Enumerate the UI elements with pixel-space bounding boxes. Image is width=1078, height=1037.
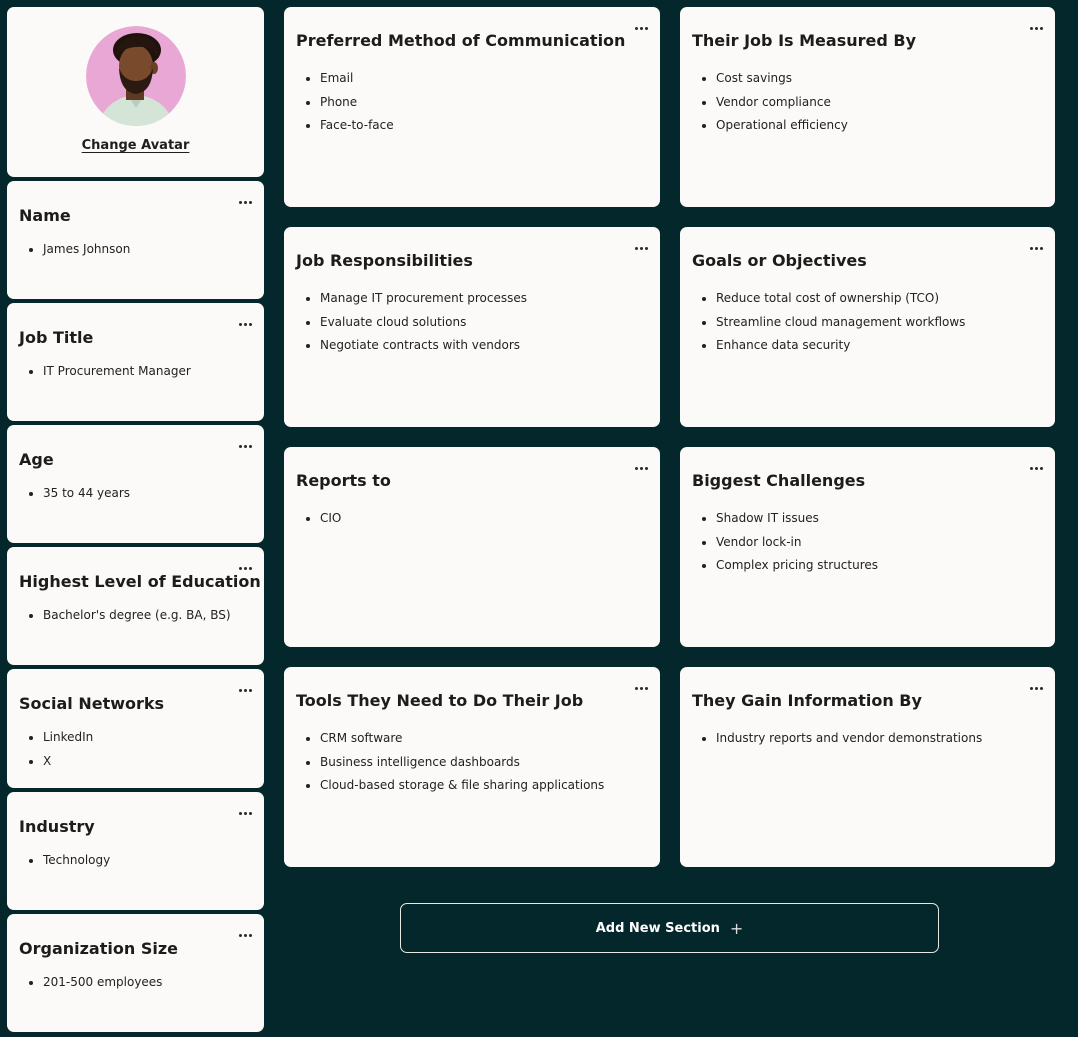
more-options-icon[interactable]	[1030, 21, 1043, 35]
information-sources-card: They Gain Information By Industry report…	[680, 667, 1055, 867]
more-options-icon[interactable]	[1030, 681, 1043, 695]
card-title: Name	[19, 206, 71, 225]
card-item-list: Shadow IT issues Vendor lock-in Complex …	[692, 507, 878, 578]
card-title: Industry	[19, 817, 95, 836]
tools-card: Tools They Need to Do Their Job CRM soft…	[284, 667, 660, 867]
card-item-list: Manage IT procurement processes Evaluate…	[296, 287, 527, 358]
card-title: Reports to	[296, 471, 391, 490]
biggest-challenges-card: Biggest Challenges Shadow IT issues Vend…	[680, 447, 1055, 647]
list-item: Face-to-face	[320, 114, 394, 138]
social-networks-card: Social Networks LinkedIn X	[7, 669, 264, 788]
more-options-icon[interactable]	[239, 195, 252, 209]
list-item: James Johnson	[43, 238, 130, 262]
more-options-icon[interactable]	[239, 561, 252, 575]
card-item-list: James Johnson	[19, 238, 130, 262]
industry-card: Industry Technology	[7, 792, 264, 910]
card-title: Biggest Challenges	[692, 471, 866, 490]
list-item: Vendor compliance	[716, 91, 848, 115]
list-item: CRM software	[320, 727, 604, 751]
card-item-list: LinkedIn X	[19, 726, 93, 773]
list-item: Business intelligence dashboards	[320, 751, 604, 775]
goals-objectives-card: Goals or Objectives Reduce total cost of…	[680, 227, 1055, 427]
list-item: Streamline cloud management workflows	[716, 311, 965, 335]
card-title: Job Responsibilities	[296, 251, 473, 270]
card-item-list: Industry reports and vendor demonstratio…	[692, 727, 982, 751]
list-item: IT Procurement Manager	[43, 360, 191, 384]
list-item: Reduce total cost of ownership (TCO)	[716, 287, 965, 311]
more-options-icon[interactable]	[239, 928, 252, 942]
card-title: Goals or Objectives	[692, 251, 867, 270]
list-item: Phone	[320, 91, 394, 115]
card-item-list: Reduce total cost of ownership (TCO) Str…	[692, 287, 965, 358]
more-options-icon[interactable]	[1030, 241, 1043, 255]
more-options-icon[interactable]	[239, 439, 252, 453]
list-item: Technology	[43, 849, 110, 873]
job-title-card: Job Title IT Procurement Manager	[7, 303, 264, 421]
card-title: Social Networks	[19, 694, 165, 713]
add-new-section-button[interactable]: Add New Section +	[400, 903, 939, 953]
plus-icon: +	[729, 918, 744, 938]
more-options-icon[interactable]	[239, 317, 252, 331]
card-item-list: Email Phone Face-to-face	[296, 67, 394, 138]
list-item: LinkedIn	[43, 726, 93, 750]
list-item: Email	[320, 67, 394, 91]
more-options-icon[interactable]	[635, 21, 648, 35]
more-options-icon[interactable]	[635, 681, 648, 695]
card-title: Their Job Is Measured By	[692, 31, 916, 50]
list-item: Cloud-based storage & file sharing appli…	[320, 774, 604, 798]
job-responsibilities-card: Job Responsibilities Manage IT procureme…	[284, 227, 660, 427]
add-new-section-label: Add New Section	[595, 920, 720, 936]
list-item: Shadow IT issues	[716, 507, 878, 531]
age-card: Age 35 to 44 years	[7, 425, 264, 543]
card-item-list: CRM software Business intelligence dashb…	[296, 727, 604, 798]
card-item-list: Technology	[19, 849, 110, 873]
card-title: Tools They Need to Do Their Job	[296, 691, 584, 710]
list-item: Manage IT procurement processes	[320, 287, 527, 311]
card-item-list: 35 to 44 years	[19, 482, 130, 506]
more-options-icon[interactable]	[1030, 461, 1043, 475]
card-item-list: 201-500 employees	[19, 971, 162, 995]
list-item: Enhance data security	[716, 334, 965, 358]
job-measured-by-card: Their Job Is Measured By Cost savings Ve…	[680, 7, 1055, 207]
more-options-icon[interactable]	[635, 461, 648, 475]
list-item: Bachelor's degree (e.g. BA, BS)	[43, 604, 231, 628]
list-item: CIO	[320, 507, 341, 531]
card-item-list: IT Procurement Manager	[19, 360, 191, 384]
more-options-icon[interactable]	[635, 241, 648, 255]
avatar[interactable]	[86, 26, 186, 126]
list-item: Vendor lock-in	[716, 531, 878, 555]
name-card: Name James Johnson	[7, 181, 264, 299]
list-item: Complex pricing structures	[716, 554, 878, 578]
education-card: Highest Level of Education Bachelor's de…	[7, 547, 264, 665]
list-item: 35 to 44 years	[43, 482, 130, 506]
list-item: Evaluate cloud solutions	[320, 311, 527, 335]
list-item: Operational efficiency	[716, 114, 848, 138]
avatar-card: Change Avatar	[7, 7, 264, 177]
change-avatar-link[interactable]: Change Avatar	[7, 138, 264, 153]
card-title: Highest Level of Education	[19, 572, 261, 591]
communication-method-card: Preferred Method of Communication Email …	[284, 7, 660, 207]
card-title: Organization Size	[19, 939, 178, 958]
list-item: Negotiate contracts with vendors	[320, 334, 527, 358]
more-options-icon[interactable]	[239, 806, 252, 820]
card-title: Preferred Method of Communication	[296, 31, 626, 50]
list-item: X	[43, 750, 93, 774]
card-item-list: Cost savings Vendor compliance Operation…	[692, 67, 848, 138]
card-item-list: Bachelor's degree (e.g. BA, BS)	[19, 604, 231, 628]
list-item: Industry reports and vendor demonstratio…	[716, 727, 982, 751]
list-item: Cost savings	[716, 67, 848, 91]
card-title: Job Title	[19, 328, 94, 347]
card-title: They Gain Information By	[692, 691, 922, 710]
reports-to-card: Reports to CIO	[284, 447, 660, 647]
card-item-list: CIO	[296, 507, 341, 531]
card-title: Age	[19, 450, 54, 469]
more-options-icon[interactable]	[239, 683, 252, 697]
list-item: 201-500 employees	[43, 971, 162, 995]
organization-size-card: Organization Size 201-500 employees	[7, 914, 264, 1032]
